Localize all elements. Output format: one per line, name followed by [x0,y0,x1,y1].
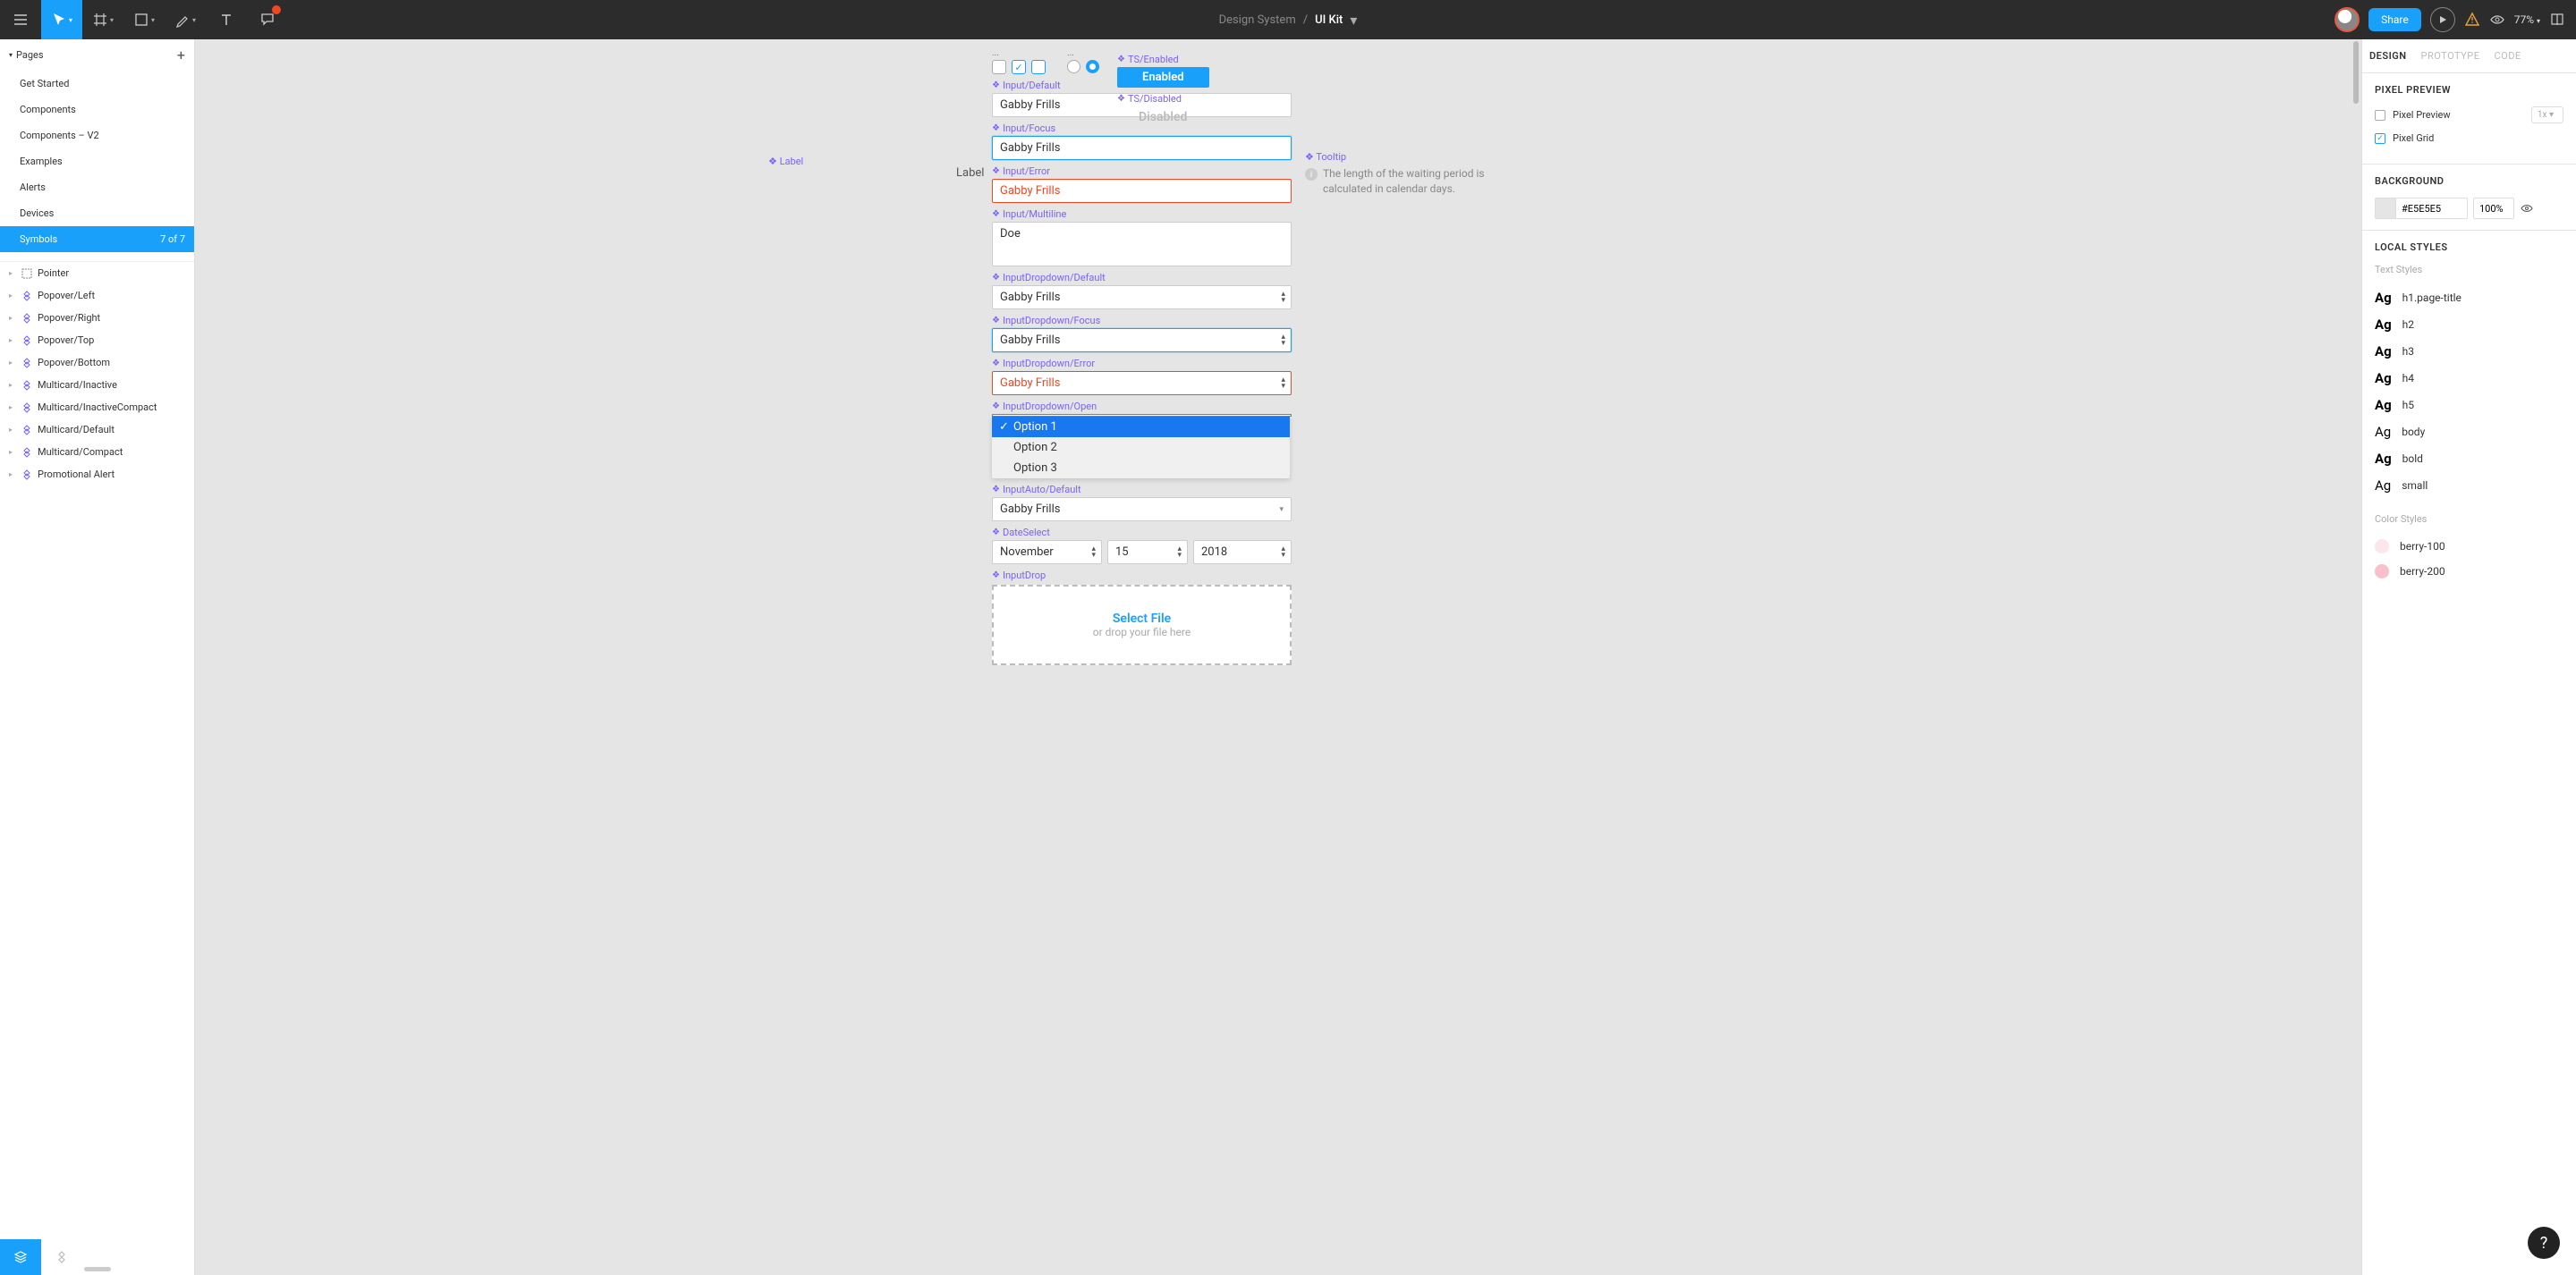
toggle-enabled[interactable]: Enabled [1117,67,1209,88]
dropdown-option[interactable]: Option 3 [992,458,1290,478]
input-auto[interactable]: Gabby Frills▾ [992,497,1292,521]
background-hex-input[interactable] [2396,198,2468,219]
checkbox-empty[interactable] [992,60,1006,74]
toggle-disabled: Disabled [1117,106,1208,128]
dropdown-error[interactable]: Gabby Frills▴▾ [992,371,1292,395]
radio-empty[interactable] [1067,60,1080,73]
tab-prototype[interactable]: PROTOTYPE [2414,39,2487,72]
pixel-scale-select[interactable]: 1x ▾ [2531,106,2563,123]
breadcrumb-current: UI Kit [1315,13,1343,27]
right-panel: DESIGN PROTOTYPE CODE PIXEL PREVIEW Pixe… [2361,39,2576,1275]
help-button[interactable]: ? [2528,1227,2560,1259]
zoom-level[interactable]: 77% ▾ [2514,13,2540,26]
pages-header[interactable]: ▾ Pages + [0,39,194,71]
text-style-item[interactable]: Agbold [2375,445,2563,472]
scrollbar-thumb[interactable] [84,1267,111,1271]
canvas[interactable]: ... ✓ ... TS/Enabled Enabled TS/Disabled [195,39,2361,1275]
dropdown-default[interactable]: Gabby Frills▴▾ [992,285,1292,309]
text-style-item[interactable]: Agbody [2375,418,2563,445]
view-icon[interactable] [2489,12,2505,28]
input-multiline[interactable]: Doe [992,222,1292,266]
info-icon: i [1305,168,1318,181]
component-label: Label [768,156,803,167]
background-swatch[interactable] [2375,198,2396,219]
book-icon[interactable] [2549,12,2565,28]
input-error[interactable]: Gabby Frills [992,179,1292,203]
share-button[interactable]: Share [2368,8,2421,31]
layer-item[interactable]: ▸Multicard/Compact [0,441,194,463]
notification-dot [272,5,281,14]
layer-item[interactable]: ▸Promotional Alert [0,463,194,486]
page-item[interactable]: Alerts [0,174,194,200]
text-style-item[interactable]: Agh2 [2375,311,2563,338]
text-tool[interactable] [206,0,247,39]
breadcrumb[interactable]: Design System / UI Kit ▾ [1219,12,1358,29]
text-style-item[interactable]: Agsmall [2375,472,2563,499]
page-item[interactable]: Devices [0,200,194,226]
layers-tab-button[interactable] [0,1239,41,1275]
label-text: Label [956,166,984,180]
page-item[interactable]: Components [0,97,194,122]
move-tool[interactable]: ▾ [41,0,82,39]
file-drop-zone[interactable]: Select File or drop your file here [992,585,1292,665]
pixel-grid-checkbox[interactable]: ✓ [2375,133,2385,144]
tab-code[interactable]: CODE [2487,39,2528,72]
visibility-icon[interactable] [2520,201,2534,215]
date-month[interactable]: November▴▾ [992,540,1102,564]
color-style-item[interactable]: berry-200 [2375,559,2563,584]
breadcrumb-parent: Design System [1219,13,1296,27]
pen-tool[interactable]: ▾ [165,0,206,39]
menu-button[interactable] [0,0,41,39]
comment-tool[interactable] [247,0,288,39]
pixel-preview-checkbox[interactable] [2375,110,2385,121]
frame-tool[interactable]: ▾ [82,0,123,39]
layer-item[interactable]: ▸Popover/Right [0,307,194,329]
dropdown-option[interactable]: Option 2 [992,437,1290,458]
checkbox-checked[interactable]: ✓ [1012,60,1026,74]
layer-item[interactable]: ▸Multicard/Default [0,418,194,441]
date-year[interactable]: 2018▴▾ [1193,540,1292,564]
page-item[interactable]: Examples [0,148,194,174]
dropdown-option[interactable]: Option 1 [992,417,1290,437]
layer-item[interactable]: ▸Popover/Top [0,329,194,351]
warning-icon[interactable] [2464,12,2480,28]
canvas-scrollbar[interactable] [2353,41,2359,104]
color-style-item[interactable]: berry-100 [2375,534,2563,559]
tooltip-text: The length of the waiting period is calc… [1323,166,1502,197]
background-opacity-input[interactable] [2473,198,2514,219]
page-item[interactable]: Components – V2 [0,122,194,148]
component-label: TS/Enabled [1117,54,1209,65]
layer-item[interactable]: ▸Popover/Bottom [0,351,194,374]
present-button[interactable] [2430,7,2455,32]
shape-tool[interactable]: ▾ [123,0,165,39]
dropdown-focus[interactable]: Gabby Frills▴▾ [992,328,1292,352]
layer-item[interactable]: ▸Multicard/Inactive [0,374,194,396]
text-style-item[interactable]: Agh1.page-title [2375,284,2563,311]
page-item-active[interactable]: Symbols 7 of 7 [0,226,194,252]
top-toolbar: ▾ ▾ ▾ ▾ Design System / UI Kit ▾ Share 7… [0,0,2576,39]
left-panel: ▾ Pages + Get StartedComponentsComponent… [0,39,195,1275]
component-label: Tooltip [1305,151,1502,163]
page-item[interactable]: Get Started [0,71,194,97]
text-style-item[interactable]: Agh5 [2375,392,2563,418]
text-style-item[interactable]: Agh3 [2375,338,2563,365]
assets-tab-button[interactable] [41,1239,82,1275]
layer-item[interactable]: ▸Pointer [0,262,194,284]
add-page-button[interactable]: + [177,46,185,63]
input-focus[interactable]: Gabby Frills [992,136,1292,160]
layer-item[interactable]: ▸Popover/Left [0,284,194,307]
checkbox-outline[interactable] [1031,60,1046,74]
tab-design[interactable]: DESIGN [2362,39,2414,72]
radio-filled[interactable] [1086,60,1099,73]
component-label: TS/Disabled [1117,93,1209,105]
avatar[interactable] [2334,7,2360,32]
text-style-item[interactable]: Agh4 [2375,365,2563,392]
layer-item[interactable]: ▸Multicard/InactiveCompact [0,396,194,418]
layers-list: ▸Pointer▸Popover/Left▸Popover/Right▸Popo… [0,261,194,1239]
date-day[interactable]: 15▴▾ [1107,540,1188,564]
